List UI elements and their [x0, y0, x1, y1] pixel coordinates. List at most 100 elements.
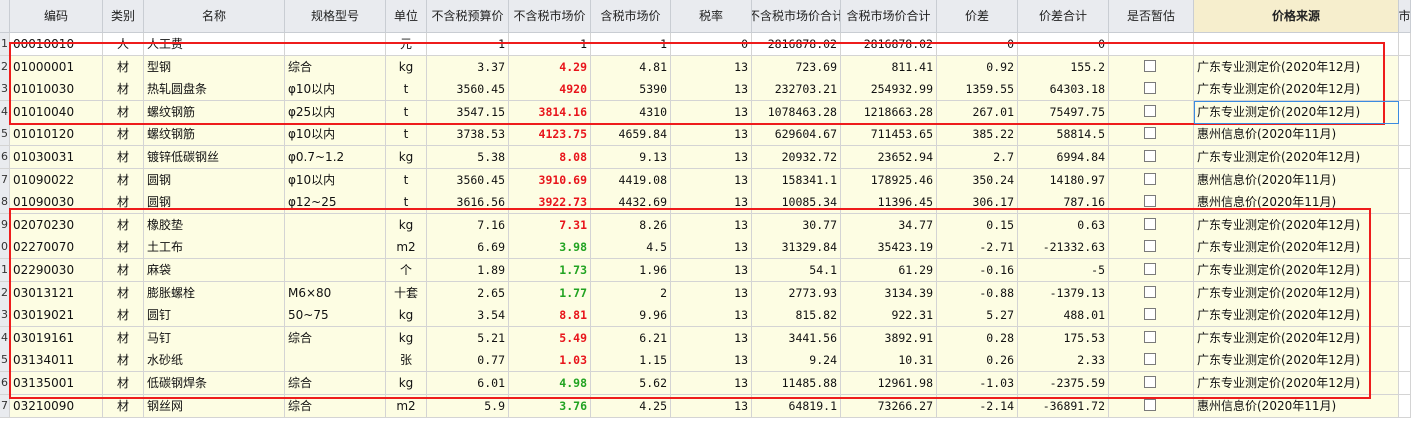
price-source-cell[interactable]: 广东专业测定价(2020年12月)	[1194, 78, 1399, 102]
tax-rate-cell[interactable]: 13	[671, 100, 752, 124]
provisional-cell[interactable]	[1109, 236, 1194, 260]
price-diff-total-cell[interactable]: 0.63	[1018, 213, 1109, 237]
budget-price-cell[interactable]: 3.37	[427, 55, 509, 79]
tax-market-total-cell[interactable]: 711453.65	[841, 123, 937, 147]
market-price-cell[interactable]: 4.29	[509, 55, 591, 79]
market-price-cell[interactable]: 4920	[509, 78, 591, 102]
tax-rate-cell[interactable]: 13	[671, 55, 752, 79]
provisional-checkbox[interactable]	[1144, 150, 1156, 162]
name-cell[interactable]: 螺纹钢筋	[144, 100, 285, 124]
price-source-cell[interactable]: 广东专业测定价(2020年12月)	[1194, 55, 1399, 79]
tax-market-total-cell[interactable]: 10.31	[841, 349, 937, 373]
price-diff-total-cell[interactable]: 64303.18	[1018, 78, 1109, 102]
type-cell[interactable]: 材	[103, 236, 144, 260]
provisional-cell[interactable]	[1109, 78, 1194, 102]
name-cell[interactable]: 土工布	[144, 236, 285, 260]
unit-cell[interactable]: 个	[386, 259, 427, 282]
spec-cell[interactable]: φ10以内	[285, 78, 386, 102]
market-total-cell[interactable]: 31329.84	[752, 236, 841, 260]
table-row[interactable]: 1 02290030 材麻袋 个 1.89 1.73 1.96 13 54.1 61.29 -0.1…	[0, 259, 1411, 282]
header-price-diff-total[interactable]: 价差合计	[1018, 0, 1109, 33]
provisional-checkbox[interactable]	[1144, 172, 1156, 185]
table-row[interactable]: 5 03134011 材水砂纸 张 0.77 1.03 1.15 13 9.24 10.31 0.2…	[0, 349, 1411, 373]
type-cell[interactable]: 材	[103, 394, 144, 418]
tax-market-price-cell[interactable]: 6.21	[591, 326, 671, 350]
budget-price-cell[interactable]: 1.89	[427, 259, 509, 282]
tax-rate-cell[interactable]: 0	[671, 33, 752, 56]
header-market-price[interactable]: 不含税市场价	[509, 0, 591, 33]
name-cell[interactable]: 型钢	[144, 55, 285, 79]
budget-price-cell[interactable]: 2.65	[427, 281, 509, 305]
table-row[interactable]: 9 02070230 材橡胶垫 kg 7.16 7.31 8.26 13 30.77 34.77 0…	[0, 213, 1411, 237]
price-diff-total-cell[interactable]: -21332.63	[1018, 236, 1109, 260]
market-price-cell[interactable]: 3814.16	[509, 100, 591, 124]
price-diff-total-cell[interactable]: 6994.84	[1018, 146, 1109, 169]
provisional-checkbox[interactable]	[1144, 308, 1156, 321]
type-cell[interactable]: 材	[103, 259, 144, 282]
extra-column-cell[interactable]	[1399, 372, 1411, 395]
tax-market-price-cell[interactable]: 8.26	[591, 213, 671, 237]
unit-cell[interactable]: 元	[386, 33, 427, 56]
price-diff-cell[interactable]: 2.7	[937, 146, 1018, 169]
provisional-cell[interactable]	[1109, 326, 1194, 350]
budget-price-cell[interactable]: 1	[427, 33, 509, 56]
price-diff-cell[interactable]: 0.26	[937, 349, 1018, 373]
provisional-checkbox[interactable]	[1144, 127, 1156, 140]
tax-market-total-cell[interactable]: 2816878.02	[841, 33, 937, 56]
market-total-cell[interactable]: 10085.34	[752, 191, 841, 215]
price-source-cell[interactable]: 广东专业测定价(2020年12月)	[1194, 326, 1399, 350]
name-cell[interactable]: 钢丝网	[144, 394, 285, 418]
price-diff-cell[interactable]: 306.17	[937, 191, 1018, 215]
type-cell[interactable]: 材	[103, 213, 144, 237]
code-cell[interactable]: 03134011	[10, 349, 103, 373]
unit-cell[interactable]: 十套	[386, 281, 427, 305]
extra-column-cell[interactable]	[1399, 168, 1411, 192]
price-diff-cell[interactable]: 0.15	[937, 213, 1018, 237]
table-row[interactable]: 4 01010040 材螺纹钢筋 φ25以内 t 3547.15 3814.16 4310 13…	[0, 100, 1411, 124]
tax-rate-cell[interactable]: 13	[671, 168, 752, 192]
spec-cell[interactable]: 50~75	[285, 304, 386, 328]
market-total-cell[interactable]: 20932.72	[752, 146, 841, 169]
name-cell[interactable]: 低碳钢焊条	[144, 372, 285, 395]
table-row[interactable]: 2 01000001 材型钢 综合 kg 3.37 4.29 4.81 13 723.69 811.…	[0, 55, 1411, 79]
price-source-cell[interactable]: 广东专业测定价(2020年12月)	[1194, 349, 1399, 373]
type-cell[interactable]: 材	[103, 326, 144, 350]
table-row[interactable]: 3 01010030 材热轧圆盘条 φ10以内 t 3560.45 4920 5390 13 23…	[0, 78, 1411, 102]
name-cell[interactable]: 圆钉	[144, 304, 285, 328]
tax-market-price-cell[interactable]: 1.15	[591, 349, 671, 373]
header-spec[interactable]: 规格型号	[285, 0, 386, 33]
price-diff-cell[interactable]: 5.27	[937, 304, 1018, 328]
price-source-cell[interactable]: 广东专业测定价(2020年12月)	[1194, 259, 1399, 282]
market-price-cell[interactable]: 3.98	[509, 236, 591, 260]
spec-cell[interactable]: φ0.7~1.2	[285, 146, 386, 169]
provisional-checkbox[interactable]	[1144, 376, 1156, 388]
tax-rate-cell[interactable]: 13	[671, 146, 752, 169]
tax-market-total-cell[interactable]: 23652.94	[841, 146, 937, 169]
extra-column-cell[interactable]	[1399, 191, 1411, 215]
tax-market-total-cell[interactable]: 73266.27	[841, 394, 937, 418]
spec-cell[interactable]	[285, 213, 386, 237]
tax-rate-cell[interactable]: 13	[671, 372, 752, 395]
provisional-cell[interactable]	[1109, 372, 1194, 395]
name-cell[interactable]: 圆钢	[144, 168, 285, 192]
tax-market-price-cell[interactable]: 4659.84	[591, 123, 671, 147]
budget-price-cell[interactable]: 3738.53	[427, 123, 509, 147]
price-diff-cell[interactable]: 350.24	[937, 168, 1018, 192]
price-source-cell[interactable]: 广东专业测定价(2020年12月)	[1194, 146, 1399, 169]
extra-column-cell[interactable]	[1399, 349, 1411, 373]
header-price-source[interactable]: 价格来源	[1194, 0, 1399, 33]
table-row[interactable]: 5 01010120 材螺纹钢筋 φ10以内 t 3738.53 4123.75 4659.8…	[0, 123, 1411, 147]
unit-cell[interactable]: kg	[386, 213, 427, 237]
market-price-cell[interactable]: 3922.73	[509, 191, 591, 215]
code-cell[interactable]: 03013121	[10, 281, 103, 305]
spec-cell[interactable]	[285, 259, 386, 282]
code-cell[interactable]: 03135001	[10, 372, 103, 395]
price-diff-total-cell[interactable]: 787.16	[1018, 191, 1109, 215]
extra-column-cell[interactable]	[1399, 326, 1411, 350]
tax-market-price-cell[interactable]: 4.25	[591, 394, 671, 418]
type-cell[interactable]: 材	[103, 55, 144, 79]
spec-cell[interactable]: 综合	[285, 326, 386, 350]
code-cell[interactable]: 01010120	[10, 123, 103, 147]
market-total-cell[interactable]: 64819.1	[752, 394, 841, 418]
unit-cell[interactable]: m2	[386, 236, 427, 260]
